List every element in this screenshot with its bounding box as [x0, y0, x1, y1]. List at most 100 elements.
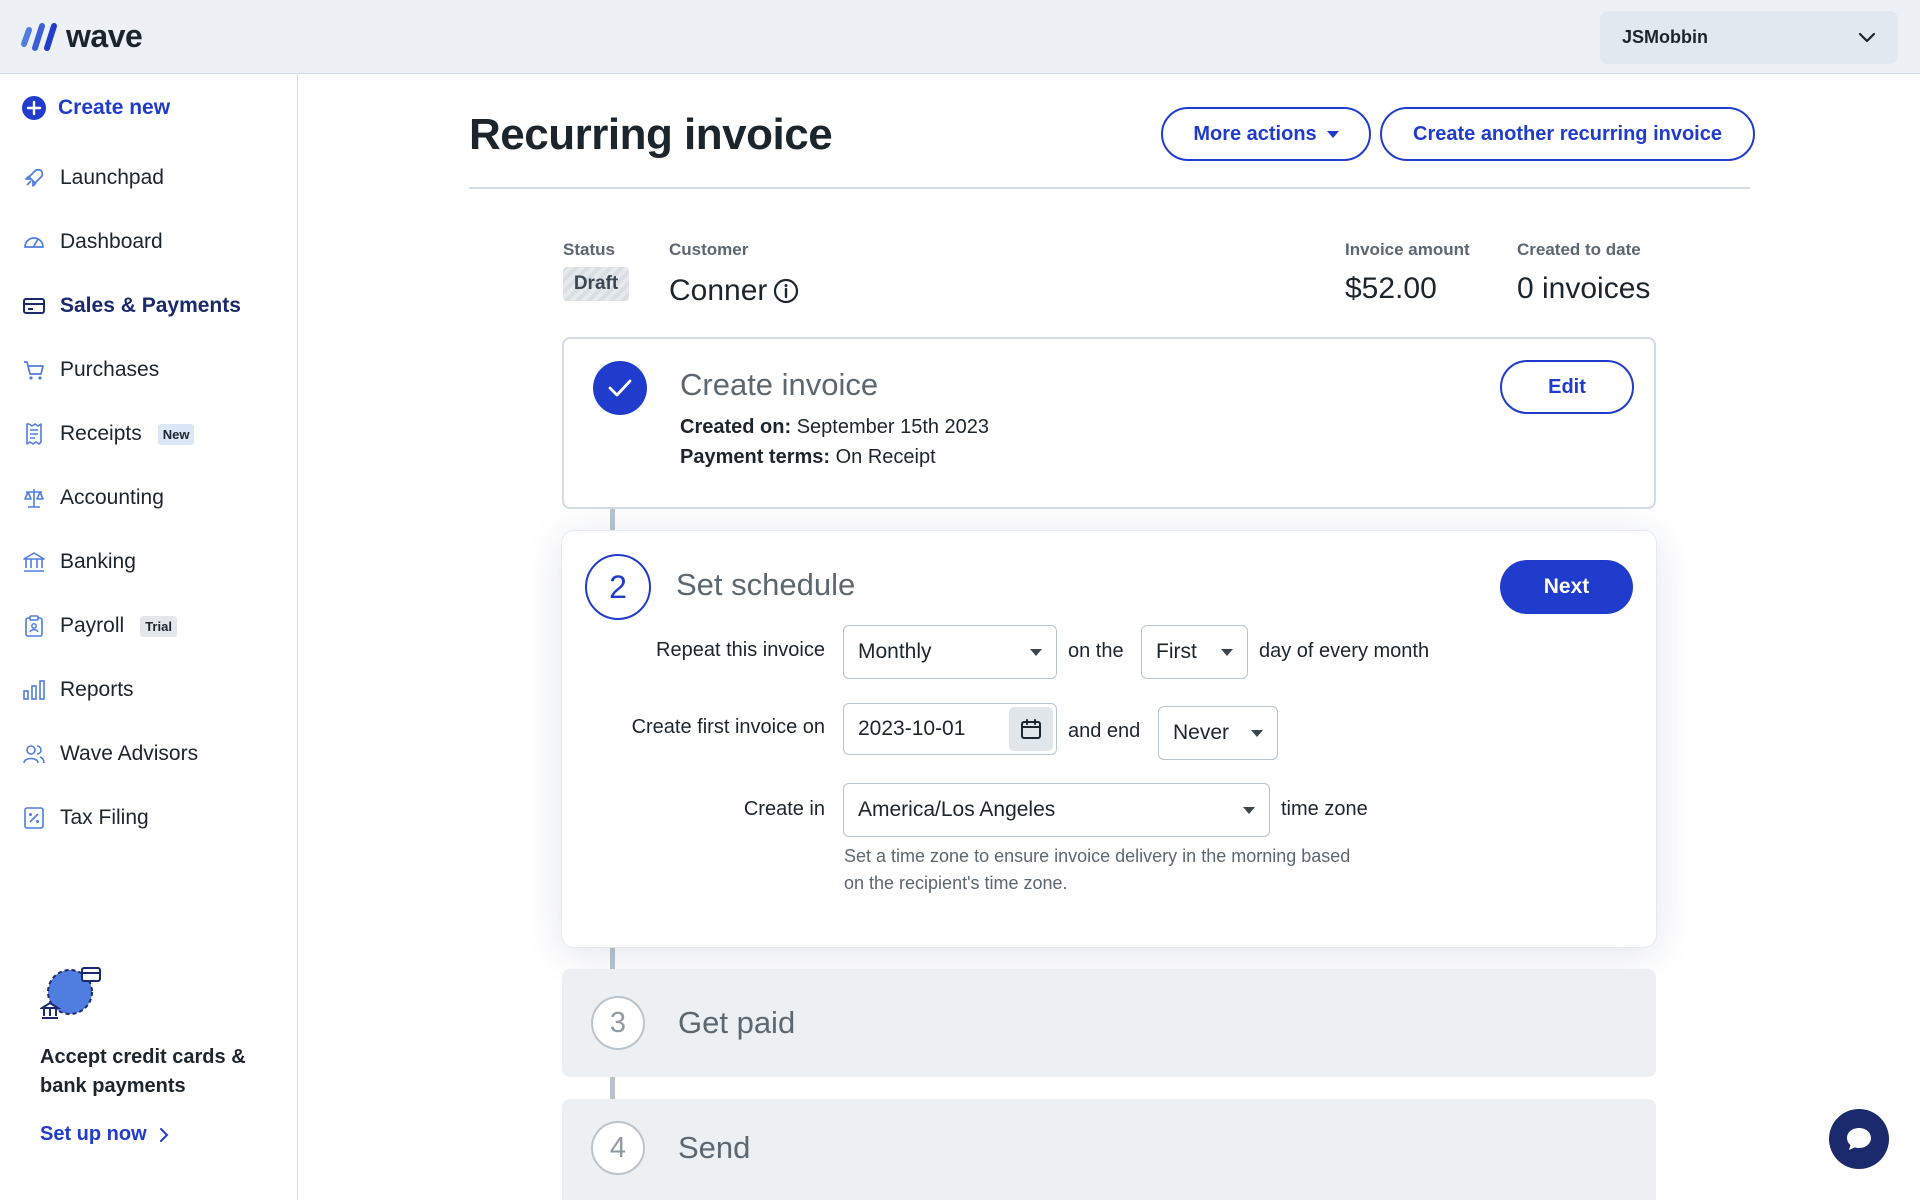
created-to-date-value: 0 invoices — [1517, 272, 1651, 305]
sidebar-item-tax-filing[interactable]: Tax Filing — [0, 786, 297, 850]
caret-down-icon — [1221, 648, 1233, 656]
edit-label: Edit — [1548, 375, 1586, 398]
title-divider — [469, 187, 1750, 189]
people-icon — [22, 742, 46, 766]
page-title: Recurring invoice — [469, 110, 833, 159]
timezone-select[interactable]: America/Los Angeles — [843, 783, 1270, 837]
more-actions-label: More actions — [1193, 122, 1317, 145]
create-new-label: Create new — [58, 96, 171, 119]
create-another-label: Create another recurring invoice — [1413, 122, 1722, 145]
end-condition-value: Never — [1173, 721, 1230, 744]
created-on-line: Created on: September 15th 2023 — [680, 416, 989, 439]
step-send: 4 Send — [562, 1099, 1656, 1200]
logo-text: wave — [66, 18, 143, 54]
plus-circle-icon — [22, 96, 46, 120]
sidebar-item-receipts[interactable]: Receipts New — [0, 402, 297, 466]
info-icon[interactable] — [773, 278, 799, 304]
sidebar-item-label: Wave Advisors — [60, 742, 199, 765]
day-suffix-text: day of every month — [1259, 640, 1430, 662]
step-title: Get paid — [678, 1005, 796, 1040]
sidebar-item-label: Reports — [60, 678, 134, 701]
sidebar-item-label: Sales & Payments — [60, 294, 241, 317]
clipboard-icon — [22, 614, 46, 638]
sidebar-nav: Launchpad Dashboard Sales & Payments Pur… — [0, 146, 297, 850]
timeline-connector — [610, 509, 615, 531]
status-badge: Draft — [563, 267, 629, 301]
bank-icon — [22, 550, 46, 574]
sidebar-item-payroll[interactable]: Payroll Trial — [0, 594, 297, 658]
created-on-label: Created on: — [680, 416, 792, 438]
sidebar-item-purchases[interactable]: Purchases — [0, 338, 297, 402]
first-invoice-date-value: 2023-10-01 — [858, 717, 966, 740]
repeat-invoice-label: Repeat this invoice — [656, 639, 825, 661]
end-condition-select[interactable]: Never — [1158, 706, 1278, 760]
chat-support-button[interactable] — [1829, 1109, 1889, 1169]
day-of-month-value: First — [1156, 640, 1197, 663]
sidebar-item-wave-advisors[interactable]: Wave Advisors — [0, 722, 297, 786]
next-button[interactable]: Next — [1500, 560, 1633, 614]
time-zone-suffix-text: time zone — [1281, 798, 1368, 820]
sidebar-item-label: Tax Filing — [60, 806, 149, 829]
sidebar-item-label: Banking — [60, 550, 136, 573]
payments-promo: Accept credit cards & bank payments Set … — [38, 964, 280, 1146]
wave-logo-icon — [21, 22, 57, 51]
first-invoice-date-input[interactable]: 2023-10-01 — [843, 703, 1057, 755]
invoice-amount-value: $52.00 — [1345, 272, 1437, 305]
sidebar-item-dashboard[interactable]: Dashboard — [0, 210, 297, 274]
payment-terms-label: Payment terms: — [680, 446, 831, 468]
timezone-helper-text: Set a time zone to ensure invoice delive… — [844, 846, 1351, 893]
sidebar-item-reports[interactable]: Reports — [0, 658, 297, 722]
timeline-connector — [610, 1077, 615, 1099]
more-actions-button[interactable]: More actions — [1161, 107, 1371, 161]
chevron-right-icon — [159, 1127, 169, 1142]
created-on-value: September 15th 2023 — [796, 416, 990, 438]
chevron-down-icon — [1858, 32, 1876, 42]
on-the-text: on the — [1068, 640, 1124, 662]
create-another-recurring-invoice-button[interactable]: Create another recurring invoice — [1380, 107, 1755, 161]
card-icon — [22, 294, 46, 318]
repeat-frequency-select[interactable]: Monthly — [843, 625, 1057, 679]
user-name: JSMobbin — [1622, 27, 1708, 47]
created-to-date-label: Created to date — [1517, 240, 1641, 259]
step-create-invoice: Create invoice Edit Created on: Septembe… — [562, 337, 1656, 509]
new-badge: New — [157, 423, 195, 445]
step-title: Set schedule — [676, 567, 856, 602]
set-up-now-link[interactable]: Set up now — [40, 1123, 280, 1146]
and-end-text: and end — [1068, 720, 1141, 742]
checkmark-icon — [608, 379, 632, 397]
date-picker-button[interactable] — [1009, 707, 1053, 751]
customer-value: Conner — [669, 274, 799, 308]
scale-icon — [22, 486, 46, 510]
trial-badge: Trial — [140, 615, 177, 637]
sidebar-item-sales-payments[interactable]: Sales & Payments — [0, 274, 297, 338]
rocket-icon — [22, 166, 46, 190]
create-in-label: Create in — [743, 798, 825, 820]
sidebar-item-banking[interactable]: Banking — [0, 530, 297, 594]
set-up-now-label: Set up now — [40, 1123, 147, 1145]
cart-icon — [22, 358, 46, 382]
caret-down-icon — [1030, 648, 1042, 656]
day-of-month-select[interactable]: First — [1141, 625, 1248, 679]
timeline-connector — [610, 947, 615, 969]
customer-name: Conner — [669, 274, 768, 307]
chat-bubble-icon — [1847, 1128, 1871, 1150]
step-title: Create invoice — [680, 367, 879, 402]
sidebar-item-label: Launchpad — [60, 166, 164, 189]
sidebar-item-label: Accounting — [60, 486, 164, 509]
user-menu-dropdown[interactable]: JSMobbin — [1600, 11, 1898, 64]
step-complete-check — [593, 361, 647, 415]
caret-down-icon — [1243, 806, 1255, 814]
status-label: Status — [563, 240, 615, 259]
edit-button[interactable]: Edit — [1500, 360, 1634, 414]
receipt-icon — [22, 422, 46, 446]
wave-logo[interactable]: wave — [20, 18, 143, 55]
create-new-button[interactable]: Create new — [22, 96, 170, 120]
step-number: 4 — [591, 1121, 645, 1175]
repeat-frequency-value: Monthly — [858, 640, 932, 663]
step-number: 2 — [585, 554, 651, 620]
step-number: 3 — [591, 996, 645, 1050]
sidebar-item-label: Dashboard — [60, 230, 163, 253]
sidebar-item-accounting[interactable]: Accounting — [0, 466, 297, 530]
customer-label: Customer — [669, 240, 749, 259]
sidebar-item-launchpad[interactable]: Launchpad — [0, 146, 297, 210]
